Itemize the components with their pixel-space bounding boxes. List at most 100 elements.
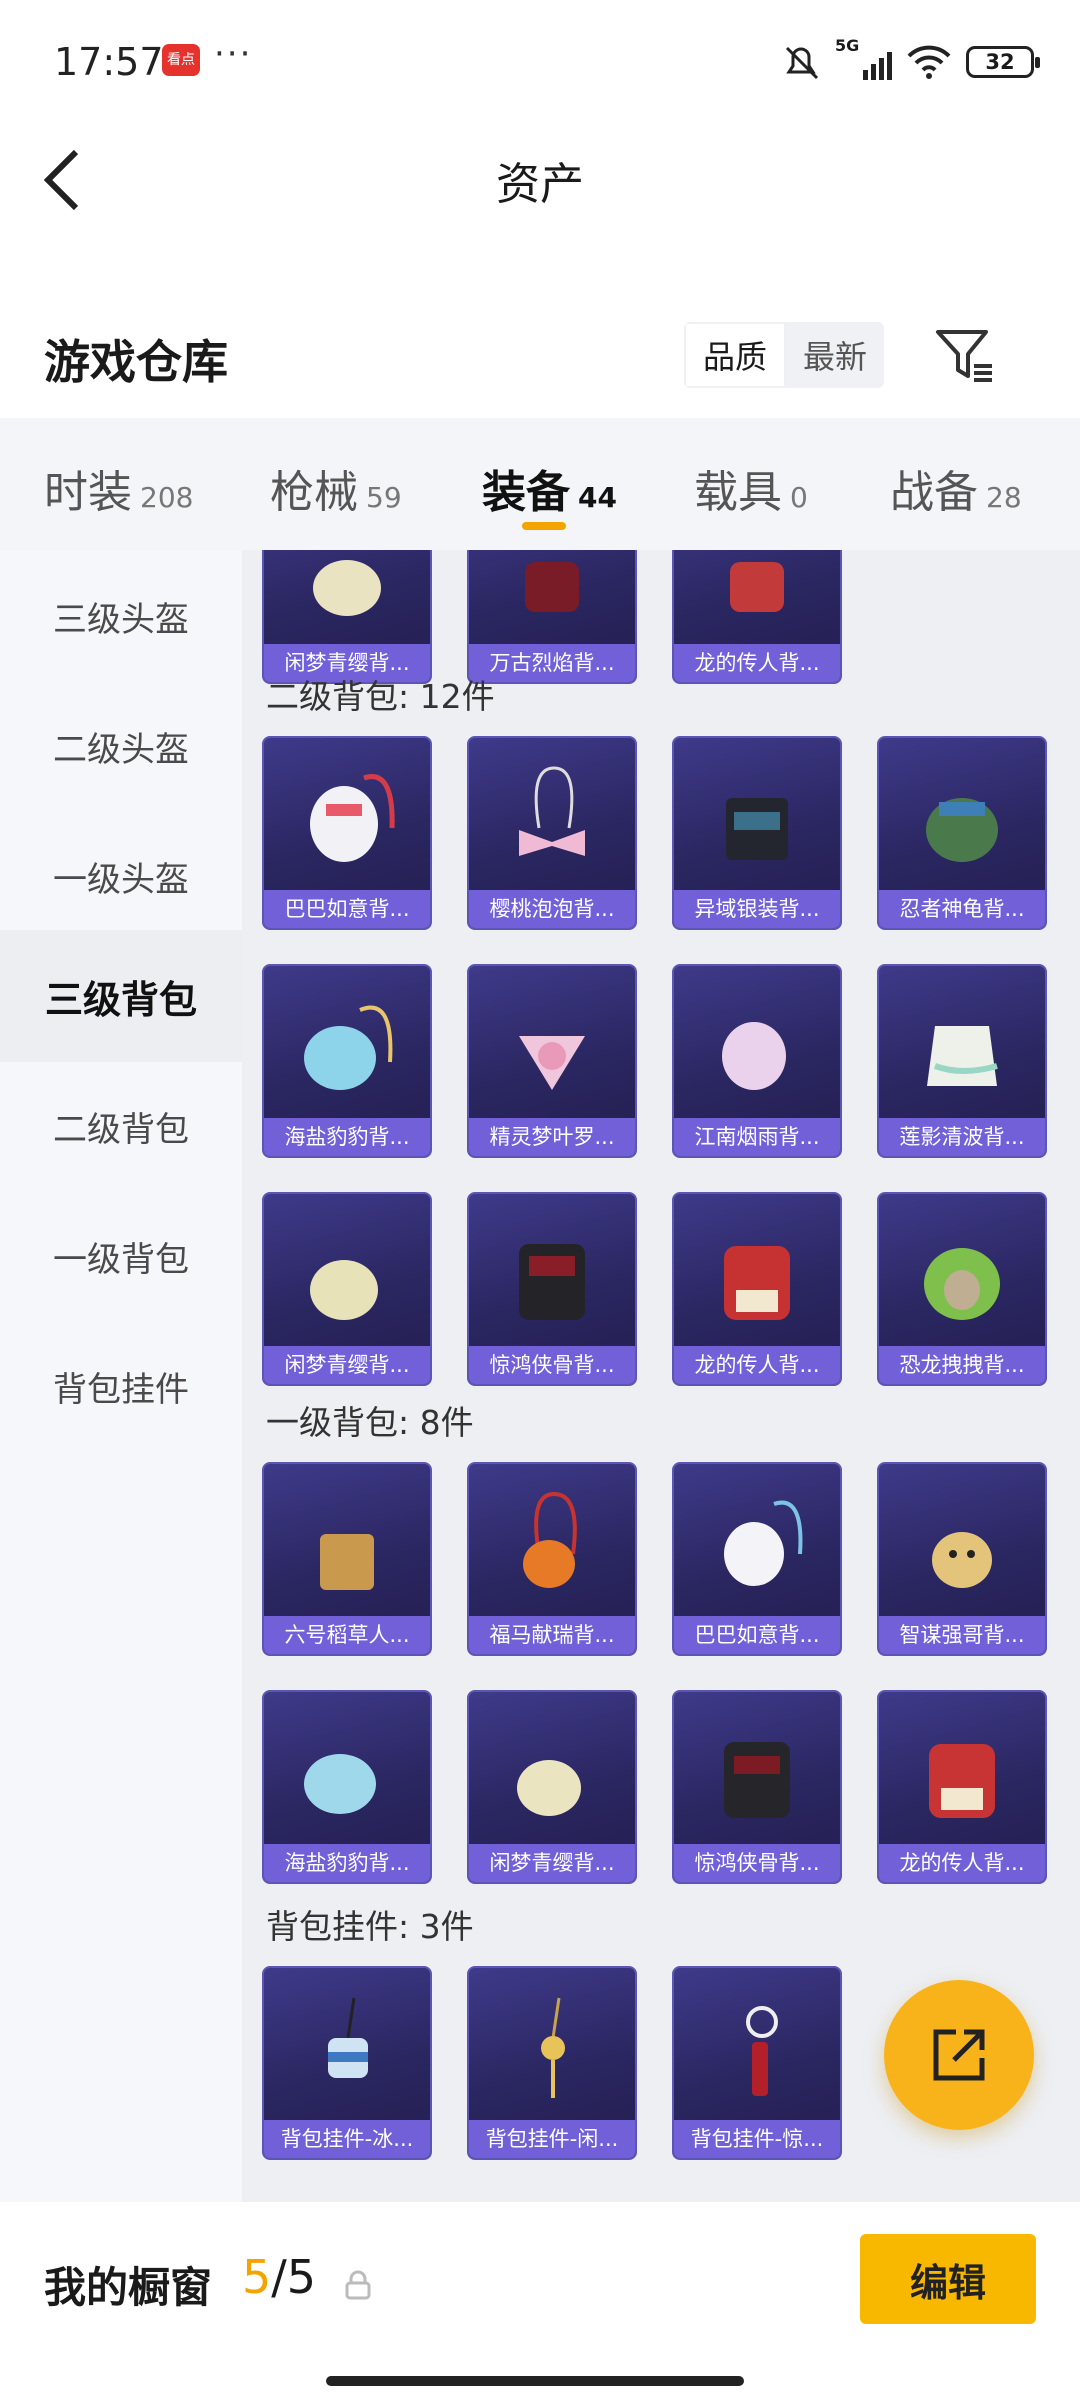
item-card[interactable]: 莲影清波背... bbox=[877, 964, 1047, 1158]
item-card[interactable]: 江南烟雨背... bbox=[672, 964, 842, 1158]
item-name: 惊鸿侠骨背... bbox=[469, 1346, 635, 1384]
screen: { "status": { "time": "17:57", "app_icon… bbox=[0, 0, 1080, 2400]
status-time: 17:57 bbox=[54, 40, 164, 84]
item-card[interactable]: 异域银装背... bbox=[672, 736, 842, 930]
item-name: 智谋强哥背... bbox=[879, 1616, 1045, 1654]
item-card[interactable]: 闲梦青缨背... bbox=[262, 550, 432, 684]
group-title-pendant: 背包挂件: 3件 bbox=[266, 1907, 474, 1946]
item-name: 巴巴如意背... bbox=[674, 1616, 840, 1654]
item-card[interactable]: 樱桃泡泡背... bbox=[467, 736, 637, 930]
backpack-icon bbox=[519, 1244, 585, 1320]
backpack-icon bbox=[929, 1744, 995, 1818]
backpack-icon bbox=[310, 1260, 378, 1320]
backpack-icon bbox=[519, 766, 585, 856]
group-title-backpack-1: 一级背包: 8件 bbox=[266, 1403, 474, 1442]
item-name: 惊鸿侠骨背... bbox=[674, 1844, 840, 1882]
backpack-icon bbox=[924, 1248, 1000, 1320]
tab-battle-supplies[interactable]: 战备 28 bbox=[890, 456, 1022, 520]
backpack-icon bbox=[304, 1005, 393, 1090]
mute-bell-icon bbox=[785, 46, 819, 80]
home-indicator[interactable] bbox=[326, 2376, 744, 2386]
tab-vehicles[interactable]: 载具 0 bbox=[694, 456, 808, 520]
section-title: 游戏仓库 bbox=[44, 335, 228, 389]
item-name: 樱桃泡泡背... bbox=[469, 890, 635, 928]
item-card[interactable]: 海盐豹豹背... bbox=[262, 964, 432, 1158]
backpack-icon bbox=[517, 1760, 581, 1816]
backpack-icon bbox=[519, 1036, 585, 1090]
showcase-label: 我的橱窗 bbox=[44, 2263, 213, 2312]
item-grid: 闲梦青缨背... 万古烈焰背... 龙的传人背... 二级背包: 12件 巴巴如… bbox=[242, 550, 1080, 2202]
status-bar: 17:57 看点 ··· 5G 32 bbox=[0, 0, 1080, 120]
item-card[interactable]: 龙的传人背... bbox=[672, 550, 842, 684]
tab-equipment[interactable]: 装备 44 bbox=[482, 456, 617, 520]
item-card[interactable]: 忍者神龟背... bbox=[877, 736, 1047, 930]
sort-newest-button[interactable]: 最新 bbox=[786, 322, 884, 388]
edit-button[interactable]: 编辑 bbox=[860, 2234, 1036, 2324]
item-name: 江南烟雨背... bbox=[674, 1118, 840, 1156]
sidebar-item-backpack-3[interactable]: 三级背包 bbox=[0, 930, 242, 1062]
item-name: 福马献瑞背... bbox=[469, 1616, 635, 1654]
item-name: 闲梦青缨背... bbox=[469, 1844, 635, 1882]
item-name: 恐龙拽拽背... bbox=[879, 1346, 1045, 1384]
item-card[interactable]: 六号稻草人... bbox=[262, 1462, 432, 1656]
group-title-backpack-2: 二级背包: 12件 bbox=[266, 677, 495, 716]
signal-5g-icon: 5G bbox=[835, 36, 892, 80]
item-name: 异域银装背... bbox=[674, 890, 840, 928]
backpack-icon bbox=[730, 562, 784, 612]
item-card[interactable]: 恐龙拽拽背... bbox=[877, 1192, 1047, 1386]
item-card[interactable]: 万古烈焰背... bbox=[467, 550, 637, 684]
sidebar-item-helmet-3[interactable]: 三级头盔 bbox=[0, 550, 242, 682]
item-card[interactable]: 背包挂件-惊... bbox=[672, 1966, 842, 2160]
item-card[interactable]: 背包挂件-冰... bbox=[262, 1966, 432, 2160]
item-card[interactable]: 福马献瑞背... bbox=[467, 1462, 637, 1656]
item-card[interactable]: 惊鸿侠骨背... bbox=[467, 1192, 637, 1386]
showcase-total: /5 bbox=[271, 2250, 317, 2304]
sidebar-item-helmet-2[interactable]: 二级头盔 bbox=[0, 680, 242, 812]
item-name: 龙的传人背... bbox=[674, 644, 840, 682]
backpack-icon bbox=[932, 1532, 992, 1588]
item-card[interactable]: 惊鸿侠骨背... bbox=[672, 1690, 842, 1884]
sidebar-item-backpack-2[interactable]: 二级背包 bbox=[0, 1060, 242, 1192]
bottom-bar: 我的橱窗 5/5 编辑 bbox=[0, 2202, 1080, 2400]
share-external-icon bbox=[933, 2029, 985, 2081]
status-icons: 5G 32 bbox=[779, 36, 1040, 84]
item-card[interactable]: 闲梦青缨背... bbox=[467, 1690, 637, 1884]
item-card[interactable]: 龙的传人背... bbox=[877, 1690, 1047, 1884]
item-card[interactable]: 精灵梦叶罗... bbox=[467, 964, 637, 1158]
item-name: 精灵梦叶罗... bbox=[469, 1118, 635, 1156]
sort-quality-button[interactable]: 品质 bbox=[684, 322, 786, 388]
backpack-icon bbox=[722, 1022, 786, 1090]
sort-toggle: 品质 最新 bbox=[684, 322, 884, 388]
item-card[interactable]: 背包挂件-闲... bbox=[467, 1966, 637, 2160]
share-button[interactable] bbox=[884, 1980, 1034, 2130]
item-card[interactable]: 巴巴如意背... bbox=[672, 1462, 842, 1656]
item-card[interactable]: 龙的传人背... bbox=[672, 1192, 842, 1386]
item-name: 海盐豹豹背... bbox=[264, 1118, 430, 1156]
backpack-icon bbox=[724, 1742, 790, 1818]
page-title: 资产 bbox=[496, 159, 584, 210]
item-card[interactable]: 智谋强哥背... bbox=[877, 1462, 1047, 1656]
sidebar-item-backpack-1[interactable]: 一级背包 bbox=[0, 1190, 242, 1322]
sidebar-item-pendant[interactable]: 背包挂件 bbox=[0, 1320, 242, 1452]
item-card[interactable]: 巴巴如意背... bbox=[262, 736, 432, 930]
item-card[interactable]: 闲梦青缨背... bbox=[262, 1192, 432, 1386]
backpack-icon bbox=[726, 798, 788, 860]
pendant-icon bbox=[746, 2006, 778, 2096]
backpack-icon bbox=[304, 1754, 376, 1814]
item-card[interactable]: 海盐豹豹背... bbox=[262, 1690, 432, 1884]
tab-fashion[interactable]: 时装 208 bbox=[44, 456, 193, 520]
backpack-icon bbox=[926, 798, 998, 862]
tab-count: 208 bbox=[140, 481, 194, 514]
backpack-icon bbox=[310, 774, 395, 862]
tab-count: 59 bbox=[366, 481, 402, 514]
pendant-icon bbox=[541, 1997, 565, 2098]
lock-icon bbox=[345, 2270, 371, 2300]
sidebar-item-helmet-1[interactable]: 一级头盔 bbox=[0, 810, 242, 942]
tab-label: 时装 bbox=[44, 467, 132, 518]
backpack-icon bbox=[927, 1026, 998, 1086]
backpack-icon bbox=[523, 1491, 577, 1588]
pendant-icon bbox=[328, 1997, 368, 2078]
sidebar: 三级头盔 二级头盔 一级头盔 三级背包 二级背包 一级背包 背包挂件 bbox=[0, 550, 242, 2202]
filter-button[interactable] bbox=[932, 322, 998, 388]
tab-guns[interactable]: 枪械 59 bbox=[270, 456, 402, 520]
